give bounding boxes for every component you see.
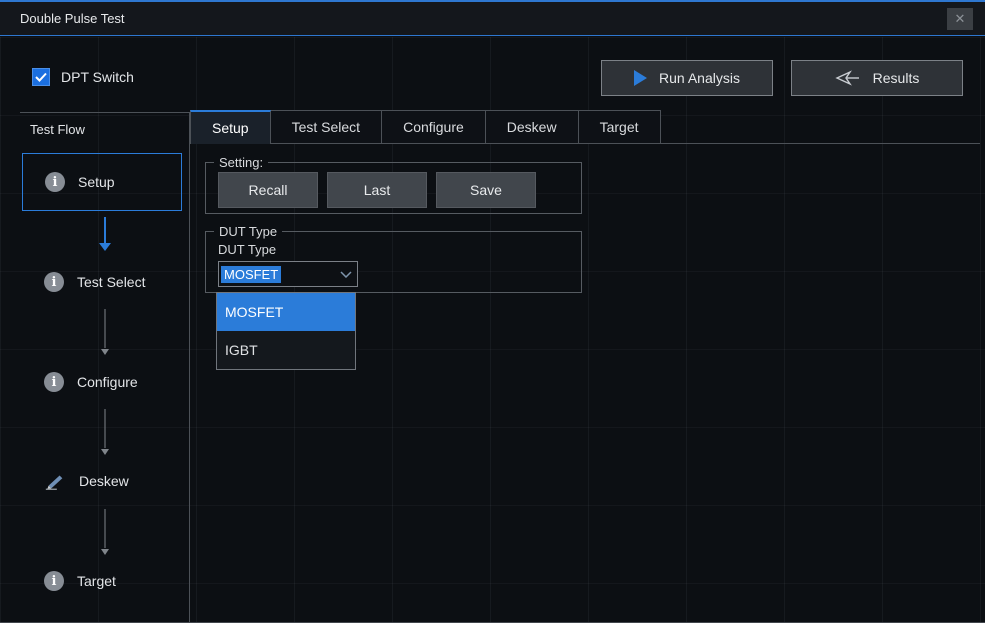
flow-step-test-select[interactable]: Test Select — [20, 271, 145, 293]
dut-type-dropdown: MOSFET IGBT — [216, 292, 356, 370]
titlebar: Double Pulse Test ✕ — [0, 0, 985, 36]
option-igbt[interactable]: IGBT — [217, 331, 355, 369]
flow-step-label: Configure — [77, 374, 138, 390]
run-analysis-label: Run Analysis — [659, 70, 740, 86]
info-icon — [44, 571, 64, 591]
dpt-switch-row: DPT Switch — [32, 68, 134, 86]
close-icon: ✕ — [955, 11, 966, 27]
close-button[interactable]: ✕ — [947, 8, 973, 30]
results-label: Results — [873, 70, 920, 86]
tab-label: Test Select — [292, 119, 360, 135]
play-icon — [634, 70, 647, 86]
run-analysis-button[interactable]: Run Analysis — [601, 60, 773, 96]
flow-step-target[interactable]: Target — [20, 570, 116, 592]
info-icon — [44, 272, 64, 292]
last-button[interactable]: Last — [327, 172, 427, 208]
flow-step-configure[interactable]: Configure — [20, 371, 138, 393]
tab-label: Setup — [212, 120, 249, 136]
dut-type-legend: DUT Type — [214, 223, 282, 240]
tab-label: Configure — [403, 119, 464, 135]
setting-buttons-row: Recall Last Save — [218, 172, 536, 208]
flow-arrow — [100, 409, 110, 455]
window-title: Double Pulse Test — [20, 11, 125, 26]
tab-bar: Setup Test Select Configure Deskew Targe… — [190, 110, 980, 144]
tab-target[interactable]: Target — [578, 110, 661, 143]
dut-type-label: DUT Type — [218, 242, 276, 257]
flow-step-label: Setup — [78, 174, 115, 190]
flow-step-setup[interactable]: Setup — [22, 153, 182, 211]
info-icon — [45, 172, 65, 192]
setting-legend: Setting: — [214, 154, 268, 171]
tab-label: Target — [600, 119, 639, 135]
flow-arrow-active — [99, 217, 111, 251]
test-flow-panel: Test Flow Setup Test Select Configure De… — [20, 112, 190, 622]
check-icon — [35, 72, 47, 82]
flow-step-deskew[interactable]: Deskew — [20, 470, 129, 492]
tab-deskew[interactable]: Deskew — [485, 110, 579, 143]
flow-step-label: Target — [77, 573, 116, 589]
results-icon — [835, 70, 861, 86]
flow-step-label: Deskew — [79, 473, 129, 489]
flow-step-label: Test Select — [77, 274, 145, 290]
info-icon — [44, 372, 64, 392]
flow-arrow — [100, 509, 110, 555]
chevron-down-icon — [335, 271, 357, 278]
dpt-switch-checkbox[interactable] — [32, 68, 50, 86]
dut-type-group: DUT Type DUT Type MOSFET — [205, 231, 582, 293]
deskew-icon — [44, 471, 66, 491]
results-button[interactable]: Results — [791, 60, 963, 96]
dut-type-value: MOSFET — [221, 266, 281, 283]
dpt-switch-label: DPT Switch — [61, 69, 134, 85]
flow-arrow — [100, 309, 110, 355]
tab-test-select[interactable]: Test Select — [270, 110, 382, 143]
tab-configure[interactable]: Configure — [381, 110, 486, 143]
recall-button[interactable]: Recall — [218, 172, 318, 208]
test-flow-title: Test Flow — [30, 122, 85, 137]
tab-setup[interactable]: Setup — [190, 110, 271, 144]
setting-group: Setting: Recall Last Save — [205, 162, 582, 214]
dut-type-select[interactable]: MOSFET — [218, 261, 358, 287]
option-mosfet[interactable]: MOSFET — [217, 293, 355, 331]
tab-label: Deskew — [507, 119, 557, 135]
save-button[interactable]: Save — [436, 172, 536, 208]
